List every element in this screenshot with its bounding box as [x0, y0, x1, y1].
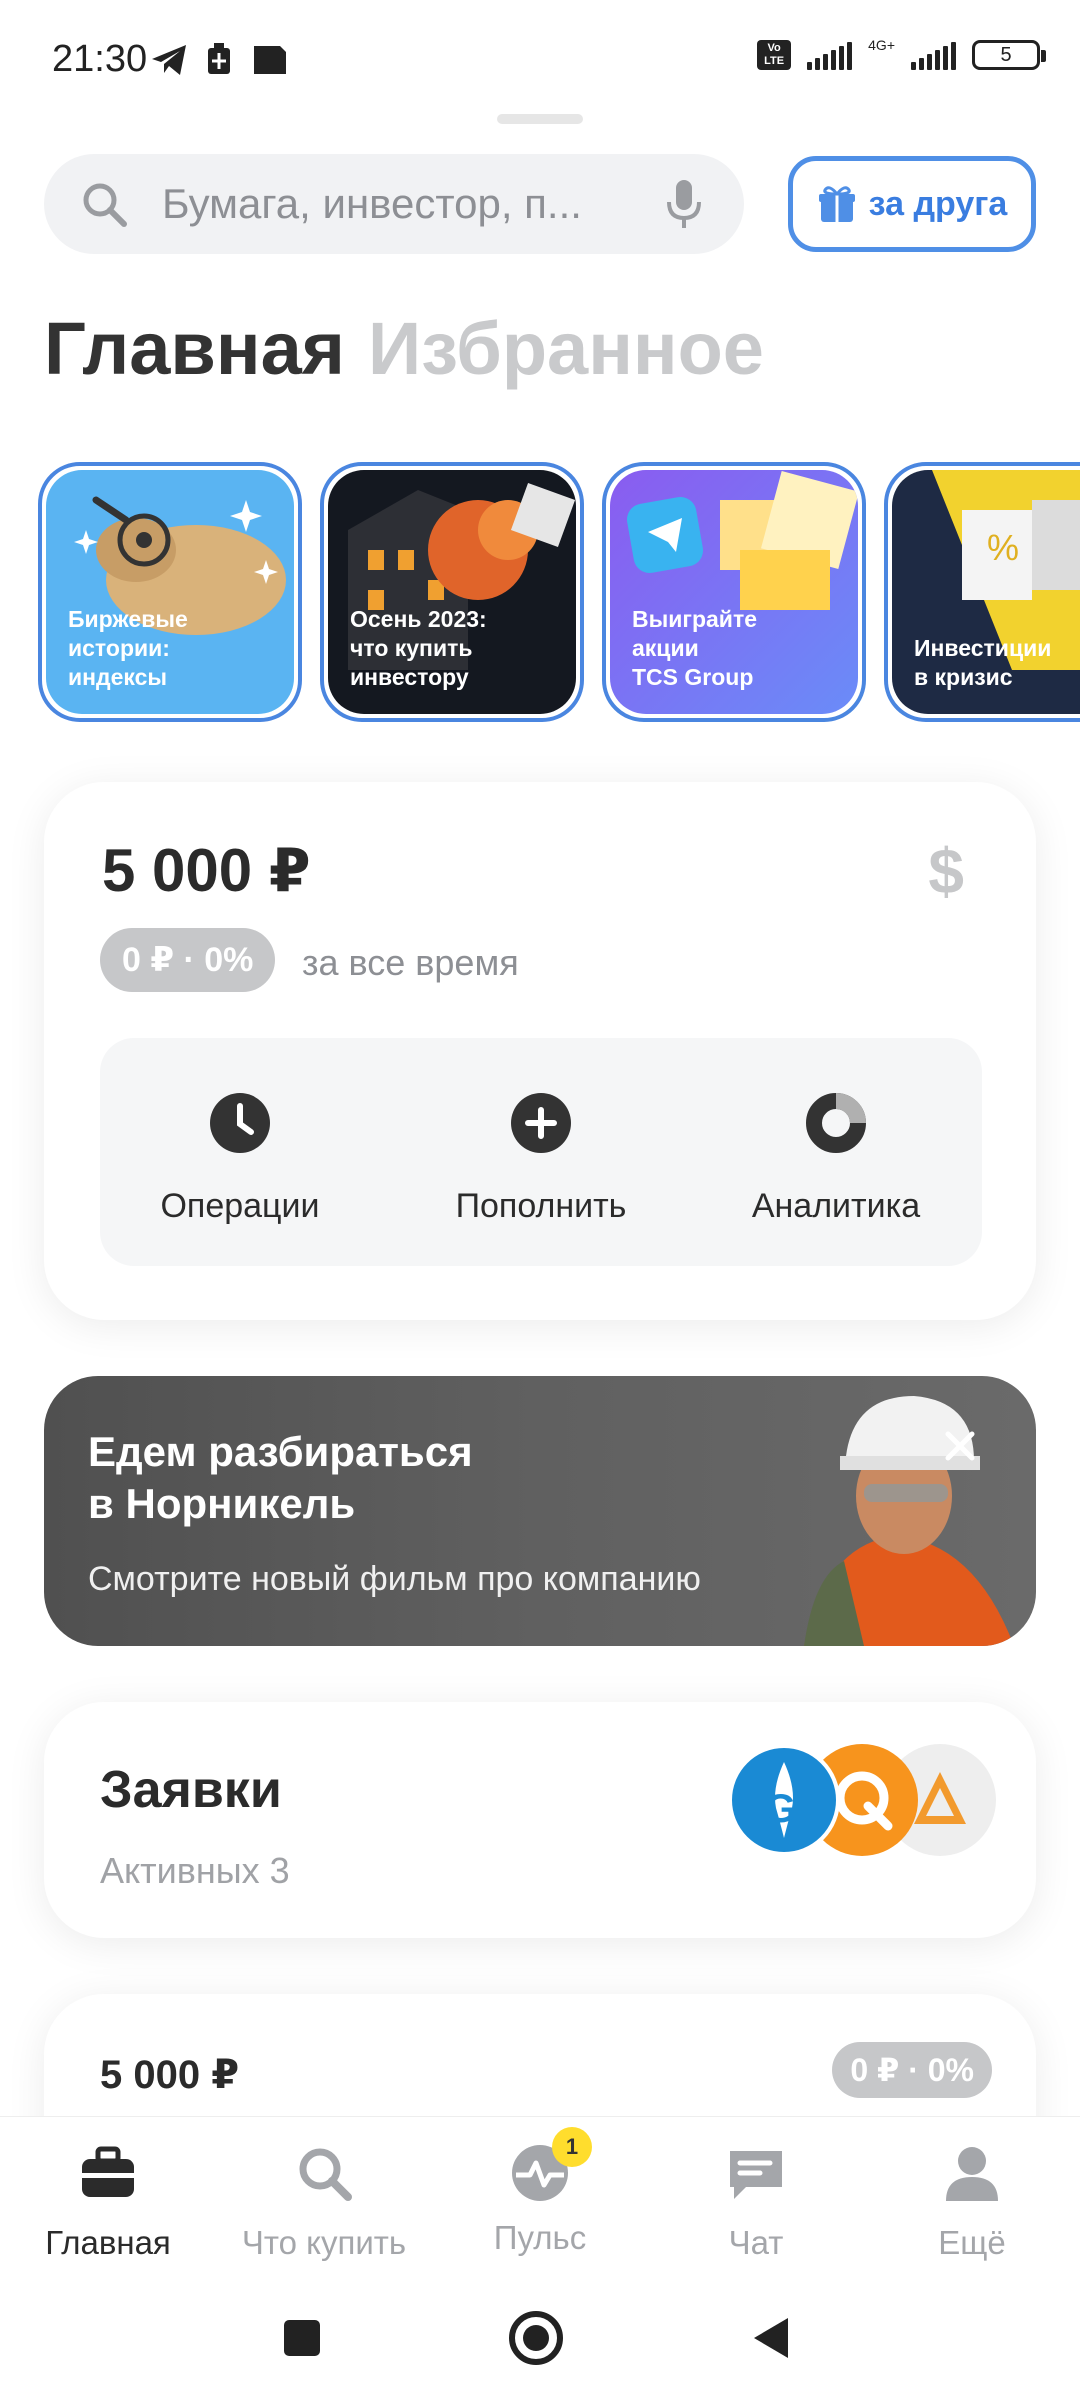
search-bar[interactable] — [44, 154, 744, 254]
profile-icon — [946, 2147, 998, 2201]
system-navigation — [0, 2276, 1080, 2400]
home-icon[interactable] — [504, 2306, 568, 2370]
operations-label: Операции — [160, 1187, 320, 1225]
analytics-label: Аналитика — [751, 1187, 921, 1225]
invite-friend-label: за друга — [868, 184, 1008, 223]
promo-banner[interactable]: Едем разбираться в Норникель Смотрите но… — [44, 1376, 1036, 1646]
story-card[interactable]: % Инвестиции в кризис — [884, 462, 1080, 722]
top-up-button[interactable]: Пополнить — [401, 1092, 681, 1226]
nav-label-chat: Чат — [728, 2224, 784, 2261]
nav-item-chat[interactable]: Чат — [648, 2141, 864, 2262]
nav-item-pulse[interactable]: 1 Пульс — [432, 2127, 648, 2257]
svg-text:%: % — [987, 527, 1019, 568]
recent-apps-icon[interactable] — [270, 2306, 334, 2370]
telegram-icon — [152, 45, 186, 75]
pulse-icon: 1 — [508, 2127, 592, 2205]
signal-icon — [807, 40, 853, 70]
search-input[interactable] — [162, 176, 642, 232]
gazprom-logo: G — [728, 1744, 840, 1856]
donut-chart-icon — [806, 1093, 866, 1153]
svg-text:G: G — [765, 1787, 796, 1831]
chat-icon — [730, 2151, 782, 2199]
banner-title: Едем разбираться в Норникель — [88, 1428, 473, 1527]
nav-label-pulse: Пульс — [493, 2219, 587, 2256]
analytics-button[interactable]: Аналитика — [696, 1092, 976, 1226]
portfolio-period: за все время — [302, 942, 519, 983]
tab-main[interactable]: Главная — [44, 306, 345, 391]
story-card[interactable]: Биржевые истории: индексы — [38, 462, 302, 722]
worker-photo — [804, 1396, 1014, 1646]
invite-friend-button[interactable]: за друга — [788, 156, 1036, 252]
account-change-badge: 0 ₽ · 0% — [832, 2042, 992, 2098]
battery-icon: 5 — [972, 40, 1046, 70]
gift-icon — [818, 186, 855, 222]
drag-handle[interactable] — [497, 114, 583, 124]
status-bar: 21:30 Vo LTE 4G+ 5 — [0, 0, 1080, 120]
nav-label-what-to-buy: Что купить — [241, 2224, 407, 2261]
portfolio-card[interactable]: 5 000 ₽ $ 0 ₽ · 0% за все время Операции… — [44, 782, 1036, 1320]
network-type: 4G+ — [868, 37, 895, 53]
volte-icon: Vo LTE — [757, 40, 792, 70]
signal-icon-2 — [911, 40, 956, 70]
stories-carousel[interactable]: Биржевые истории: индексы Осень 2023: чт… — [38, 462, 1080, 722]
search-icon — [83, 183, 127, 227]
portfolio-change-badge: 0 ₽ · 0% — [100, 928, 276, 992]
bottom-navigation: Главная Что купить 1 Пульс Чат Ещё — [0, 2116, 1080, 2276]
battery-saver-icon — [208, 43, 230, 74]
orders-card[interactable]: Заявки Активных 3 G — [44, 1702, 1036, 1938]
nav-item-main[interactable]: Главная — [0, 2141, 216, 2262]
nav-item-more[interactable]: Ещё — [864, 2141, 1080, 2262]
search-icon — [299, 2148, 352, 2201]
story-card[interactable]: Осень 2023: что купить инвестору — [320, 462, 584, 722]
story-text: Инвестиции в кризис — [914, 635, 1052, 690]
clock-icon — [210, 1093, 270, 1153]
orders-subtitle: Активных 3 — [100, 1850, 290, 1891]
status-time: 21:30 — [52, 38, 148, 80]
banner-subtitle: Смотрите новый фильм про компанию — [88, 1560, 701, 1598]
story-text: Биржевые истории: индексы — [68, 606, 188, 690]
close-icon[interactable] — [940, 1426, 980, 1466]
sd-card-icon — [254, 46, 286, 74]
orders-title: Заявки — [100, 1761, 282, 1819]
account-amount: 5 000 ₽ — [100, 2053, 240, 2097]
story-text: Выиграйте акции TCS Group — [632, 606, 758, 690]
portfolio-actions: Операции Пополнить Аналитика — [100, 1038, 982, 1266]
briefcase-icon — [82, 2146, 134, 2197]
top-up-label: Пополнить — [455, 1187, 627, 1225]
microphone-icon[interactable] — [664, 176, 704, 232]
back-icon[interactable] — [740, 2306, 804, 2370]
portfolio-amount: 5 000 ₽ — [102, 837, 311, 904]
nav-label-main: Главная — [45, 2224, 171, 2261]
nav-item-what-to-buy[interactable]: Что купить — [216, 2141, 432, 2262]
pulse-notification-badge: 1 — [552, 2127, 592, 2167]
tab-favorites[interactable]: Избранное — [368, 306, 764, 391]
plus-icon — [511, 1093, 571, 1153]
story-text: Осень 2023: что купить инвестору — [350, 606, 487, 690]
nav-label-more: Ещё — [938, 2224, 1006, 2261]
operations-button[interactable]: Операции — [100, 1092, 380, 1226]
story-card[interactable]: Выиграйте акции TCS Group — [602, 462, 866, 722]
currency-switch-icon[interactable]: $ — [928, 834, 964, 908]
